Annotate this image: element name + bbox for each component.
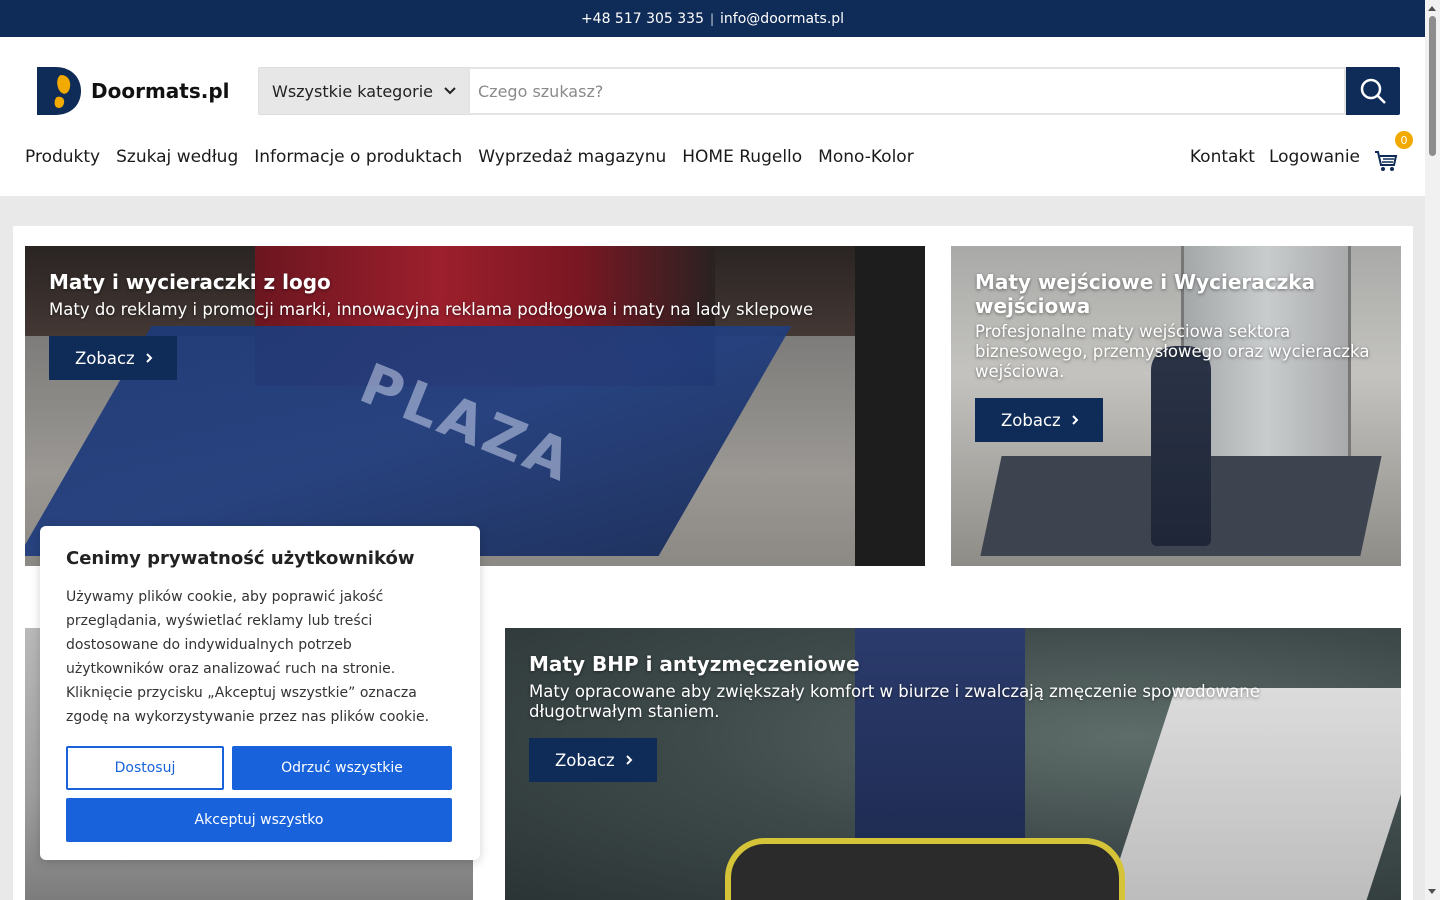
customize-button[interactable]: Dostosuj [66, 746, 224, 790]
search-input[interactable] [478, 81, 1336, 101]
tile-caption: Maty BHP i antyzmęczeniowe Maty opracowa… [529, 652, 1329, 782]
mat-image [725, 838, 1125, 900]
tile-description: Maty opracowane aby zwiększały komfort w… [529, 682, 1260, 721]
email-link[interactable]: info@doormats.pl [720, 11, 844, 27]
logo-icon [37, 67, 81, 115]
site-logo[interactable]: Doormats.pl [35, 65, 230, 117]
cart-icon [1375, 151, 1398, 171]
nav-item-mono-kolor[interactable]: Mono-Kolor [818, 147, 914, 167]
cookie-consent-dialog: Cenimy prywatność użytkowników Używamy p… [40, 526, 480, 860]
chevron-right-icon [146, 353, 153, 363]
scroll-up-arrow[interactable] [1428, 6, 1436, 11]
reject-all-button[interactable]: Odrzuć wszystkie [232, 746, 452, 790]
cookie-title: Cenimy prywatność użytkowników [66, 548, 415, 569]
page-scrollbar[interactable] [1425, 0, 1440, 900]
dark-panel [855, 246, 925, 566]
see-button[interactable]: Zobacz [529, 738, 657, 782]
tile-entrance-mats[interactable]: Maty wejściowe i Wycieraczka wejściowa P… [951, 246, 1401, 566]
scroll-thumb[interactable] [1429, 16, 1436, 156]
top-contact-bar: +48 517 305 335 | info@doormats.pl [0, 0, 1425, 37]
cookie-buttons-row: Dostosuj Odrzuć wszystkie [66, 746, 454, 790]
cart-count-badge: 0 [1395, 131, 1413, 149]
search-bar: Wszystkie kategorie [258, 67, 1400, 115]
tile-bhp-mats[interactable]: Maty BHP i antyzmęczeniowe Maty opracowa… [505, 628, 1401, 900]
contact-link[interactable]: Kontakt [1190, 147, 1255, 167]
tile-description: Profesjonalne maty wejściowa sektora biz… [975, 322, 1370, 381]
tile-description: Maty do reklamy i promocji marki, innowa… [49, 300, 814, 319]
tile-caption: Maty wejściowe i Wycieraczka wejściowa P… [975, 270, 1385, 442]
see-button-label: Zobacz [1001, 410, 1061, 430]
tile-title: Maty i wycieraczki z logo [49, 270, 331, 294]
main-nav: Produkty Szukaj według Informacje o prod… [25, 147, 914, 167]
chevron-right-icon [626, 755, 633, 765]
see-button[interactable]: Zobacz [49, 336, 177, 380]
tile-title: Maty BHP i antyzmęczeniowe [529, 652, 860, 676]
nav-item-produkty[interactable]: Produkty [25, 147, 100, 167]
nav-right: Kontakt Logowanie 0 [1190, 131, 1413, 173]
cart-button[interactable]: 0 [1374, 131, 1413, 173]
see-button-label: Zobacz [75, 348, 135, 368]
nav-item-informacje[interactable]: Informacje o produktach [254, 147, 462, 167]
separator: | [710, 11, 715, 26]
category-select[interactable]: Wszystkie kategorie [258, 67, 468, 115]
search-button[interactable] [1346, 67, 1400, 115]
see-button-label: Zobacz [555, 750, 615, 770]
scroll-down-arrow[interactable] [1428, 889, 1436, 894]
search-icon [1360, 78, 1386, 104]
chevron-down-icon [444, 87, 456, 95]
logo-text: Doormats.pl [91, 79, 230, 103]
search-field-wrapper [468, 67, 1346, 115]
see-button[interactable]: Zobacz [975, 398, 1103, 442]
accept-all-button[interactable]: Akceptuj wszystko [66, 798, 452, 842]
login-link[interactable]: Logowanie [1269, 147, 1360, 167]
nav-item-szukaj-wedlug[interactable]: Szukaj według [116, 147, 238, 167]
tile-title: Maty wejściowe i Wycieraczka wejściowa [975, 270, 1316, 318]
nav-item-home-rugello[interactable]: HOME Rugello [682, 147, 802, 167]
category-select-label: Wszystkie kategorie [272, 81, 433, 101]
nav-item-wyprzedaz[interactable]: Wyprzedaż magazynu [478, 147, 666, 167]
site-header: Doormats.pl Wszystkie kategorie Produkty… [0, 37, 1425, 196]
tile-caption: Maty i wycieraczki z logo Maty do reklam… [49, 270, 813, 380]
cookie-text: Używamy plików cookie, aby poprawić jako… [66, 589, 430, 725]
tile-logo-mats[interactable]: PLAZA Maty i wycieraczki z logo Maty do … [25, 246, 925, 566]
chevron-right-icon [1072, 415, 1079, 425]
phone-link[interactable]: +48 517 305 335 [581, 11, 704, 27]
